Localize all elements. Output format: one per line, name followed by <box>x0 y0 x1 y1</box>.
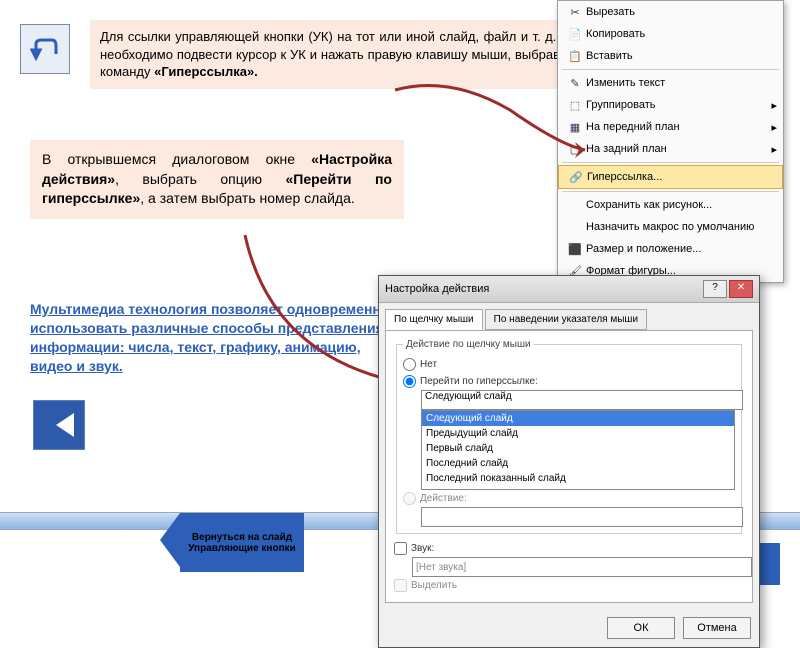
context-menu-item[interactable]: 📋Вставить <box>558 45 783 67</box>
close-button[interactable]: ✕ <box>729 280 753 298</box>
menu-label: Назначить макрос по умолчанию <box>586 221 777 233</box>
context-menu-item[interactable]: ▦На передний план▸ <box>558 116 783 138</box>
radio-action[interactable]: Действие: <box>403 490 735 507</box>
list-item[interactable]: Предыдущий слайд <box>422 426 734 441</box>
tab-click[interactable]: По щелчку мыши <box>385 309 483 330</box>
menu-icon: ▢ <box>564 143 586 156</box>
submenu-arrow-icon: ▸ <box>771 143 777 156</box>
context-menu-item[interactable]: ⬚Группировать▸ <box>558 94 783 116</box>
submenu-arrow-icon: ▸ <box>771 99 777 112</box>
menu-icon: ⬛ <box>564 243 586 256</box>
context-menu: ✂Вырезать📄Копировать📋Вставить✎Изменить т… <box>557 0 784 283</box>
ribbon-label: Вернуться на слайд Управляющие кнопки <box>182 532 302 554</box>
label: Выделить <box>411 580 457 591</box>
list-item[interactable]: Первый слайд <box>422 441 734 456</box>
menu-label: Изменить текст <box>586 77 777 89</box>
menu-label: Копировать <box>586 28 777 40</box>
context-menu-item[interactable]: ▢На задний план▸ <box>558 138 783 160</box>
radio-none[interactable]: Нет <box>403 356 735 373</box>
list-item[interactable]: Последний показанный слайд <box>422 471 734 486</box>
cancel-button[interactable]: Отмена <box>683 617 751 639</box>
menu-icon: 📋 <box>564 50 586 63</box>
menu-icon: ▦ <box>564 121 586 134</box>
text: , а затем выбрать номер слайда. <box>140 190 355 206</box>
help-button[interactable]: ? <box>703 280 727 298</box>
tab-pane: Действие по щелчку мыши Нет Перейти по г… <box>385 330 753 603</box>
tab-hover[interactable]: По наведении указателя мыши <box>485 309 647 330</box>
context-menu-item[interactable]: Сохранить как рисунок... <box>558 194 783 216</box>
checkbox-sound[interactable]: Звук: <box>394 540 744 557</box>
text: В открывшемся диалоговом окне <box>42 151 311 167</box>
list-item[interactable]: Следующий слайд <box>422 411 734 426</box>
action-group: Действие по щелчку мыши Нет Перейти по г… <box>396 339 742 534</box>
hyperlink-paragraph[interactable]: Мультимедиа технология позволяет одновре… <box>30 300 400 376</box>
context-menu-item[interactable]: 📄Копировать <box>558 23 783 45</box>
menu-label: На задний план <box>586 143 771 155</box>
menu-label: Группировать <box>586 99 771 111</box>
label: Звук: <box>411 543 434 554</box>
radio-hyperlink[interactable]: Перейти по гиперссылке: <box>403 373 735 390</box>
dialog-tabs: По щелчку мыши По наведении указателя мы… <box>379 303 759 330</box>
action-button-shape[interactable] <box>33 400 85 450</box>
label: Нет <box>420 359 437 370</box>
menu-icon: ⬚ <box>564 99 586 112</box>
dialog-title: Настройка действия <box>385 283 701 295</box>
submenu-arrow-icon: ▸ <box>771 121 777 134</box>
menu-label: На передний план <box>586 121 771 133</box>
menu-icon: ✎ <box>564 77 586 90</box>
dialog-titlebar[interactable]: Настройка действия ? ✕ <box>379 276 759 303</box>
checkbox-select[interactable]: Выделить <box>394 577 744 594</box>
instruction-box-2: В открывшемся диалоговом окне «Настройка… <box>30 140 404 219</box>
menu-label: Вставить <box>586 50 777 62</box>
action-settings-dialog: Настройка действия ? ✕ По щелчку мыши По… <box>378 275 760 648</box>
context-menu-item[interactable]: Назначить макрос по умолчанию <box>558 216 783 238</box>
action-combo <box>421 507 743 527</box>
dialog-button-row: ОК Отмена <box>379 609 759 647</box>
back-shape <box>20 24 70 74</box>
group-legend: Действие по щелчку мыши <box>403 339 534 350</box>
context-menu-item[interactable]: ✎Изменить текст <box>558 72 783 94</box>
text: , выбрать опцию <box>115 171 285 187</box>
return-ribbon[interactable]: Вернуться на слайд Управляющие кнопки <box>180 513 304 572</box>
sound-combo <box>412 557 752 577</box>
context-menu-item[interactable]: ✂Вырезать <box>558 1 783 23</box>
label: Действие: <box>420 493 467 504</box>
text-bold: «Гиперссылка». <box>154 64 258 79</box>
menu-icon: 📄 <box>564 28 586 41</box>
context-menu-item[interactable]: ⬛Размер и положение... <box>558 238 783 260</box>
instruction-box-1: Для ссылки управляющей кнопки (УК) на то… <box>90 20 570 89</box>
hyperlink-list[interactable]: Следующий слайдПредыдущий слайдПервый сл… <box>421 410 735 490</box>
context-menu-item[interactable]: 🔗Гиперссылка... <box>558 165 783 189</box>
menu-label: Сохранить как рисунок... <box>586 199 777 211</box>
menu-label: Размер и положение... <box>586 243 777 255</box>
menu-icon: ✂ <box>564 6 586 19</box>
menu-label: Гиперссылка... <box>587 171 776 183</box>
hyperlink-combo[interactable]: Следующий слайд <box>421 390 743 410</box>
ok-button[interactable]: ОК <box>607 617 675 639</box>
list-item[interactable]: Последний слайд <box>422 456 734 471</box>
menu-label: Вырезать <box>586 6 777 18</box>
menu-icon: 🔗 <box>565 171 587 184</box>
label: Перейти по гиперссылке: <box>420 376 538 387</box>
uturn-arrow-icon <box>30 36 60 62</box>
